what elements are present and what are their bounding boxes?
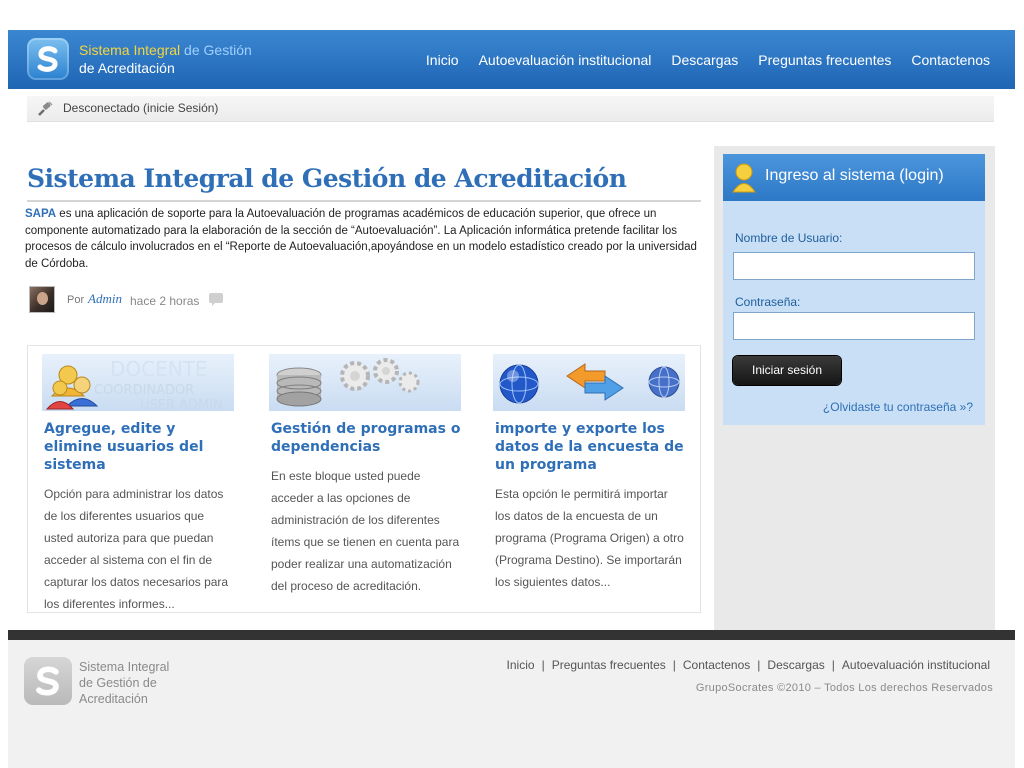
login-panel: Ingreso al sistema (login) Nombre de Usu… <box>723 154 985 425</box>
intro-text: es una aplicación de soporte para la Aut… <box>25 208 697 270</box>
users-banner[interactable]: DOCENTE COORDINADOR USER ADMIN <box>42 354 234 411</box>
footer-link-descargas[interactable]: Descargas <box>767 658 824 672</box>
avatar <box>29 286 55 313</box>
status-bar: Desconectado (inicie Sesión) <box>27 96 994 122</box>
feature-import-export: importe y exporte los datos de la encues… <box>493 354 685 593</box>
intro-paragraph: SAPA es una aplicación de soporte para l… <box>25 206 705 272</box>
separator: | <box>541 658 545 672</box>
brand-line1-b: de Gestión <box>180 42 252 58</box>
feature-body: Esta opción le permitirá importar los da… <box>495 487 684 589</box>
footer-link-autoevaluacion[interactable]: Autoevaluación institucional <box>842 658 990 672</box>
footer-divider <box>8 630 1015 640</box>
site-footer: Sistema Integral de Gestión de Acreditac… <box>8 640 1015 768</box>
author-name[interactable]: Admin <box>88 291 122 307</box>
footer-brand-line1: Sistema Integral <box>79 660 170 674</box>
feature-title[interactable]: importe y exporte los datos de la encues… <box>493 420 685 474</box>
feature-body: Opción para administrar los datos de los… <box>44 487 229 611</box>
password-label: Contraseña: <box>735 295 801 309</box>
feature-title[interactable]: Gestión de programas o dependencias <box>269 420 461 456</box>
globe-arrows-icon <box>499 363 680 404</box>
author-time: hace 2 horas <box>130 294 200 308</box>
programs-banner[interactable] <box>269 354 461 411</box>
username-input[interactable] <box>733 252 975 280</box>
footer-link-preguntas[interactable]: Preguntas frecuentes <box>552 658 666 672</box>
footer-nav: Inicio | Preguntas frecuentes | Contactenos |… <box>507 658 990 672</box>
footer-brand: Sistema Integral de Gestión de Acreditac… <box>79 659 169 707</box>
banner-word-coordinador: COORDINADOR <box>94 383 194 398</box>
footer-logo-icon <box>24 657 72 705</box>
banner-word-docente: DOCENTE <box>110 357 208 381</box>
database-gears-icon <box>276 358 420 407</box>
plug-icon <box>36 101 54 121</box>
separator: | <box>672 658 676 672</box>
nav-inicio[interactable]: Inicio <box>426 52 459 68</box>
feature-title[interactable]: Agregue, edite y elimine usuarios del si… <box>42 420 234 474</box>
brand-title[interactable]: Sistema Integral de Gestión de Acreditac… <box>79 41 252 77</box>
users-icon: DOCENTE COORDINADOR USER ADMIN <box>45 357 223 411</box>
sidebar: Ingreso al sistema (login) Nombre de Usu… <box>714 146 995 630</box>
separator: | <box>757 658 761 672</box>
footer-brand-line3: Acreditación <box>79 692 148 706</box>
features-box: DOCENTE COORDINADOR USER ADMIN Agregue, … <box>27 345 701 613</box>
nav-descargas[interactable]: Descargas <box>671 52 738 68</box>
separator: | <box>831 658 835 672</box>
nav-contactenos[interactable]: Contactenos <box>911 52 990 68</box>
intro-keyword: SAPA <box>25 208 57 220</box>
login-button[interactable]: Iniciar sesión <box>733 356 841 385</box>
import-banner[interactable] <box>493 354 685 411</box>
user-icon <box>732 163 756 197</box>
feature-programs: Gestión de programas o dependencias En e… <box>269 354 461 597</box>
comment-bubble-icon[interactable] <box>209 293 223 306</box>
page-title: Sistema Integral de Gestión de Acreditac… <box>27 164 627 193</box>
brand-line2: de Acreditación <box>79 60 175 76</box>
copyright: GrupoSocrates ©2010 – Todos Los derechos… <box>695 682 993 694</box>
page: Sistema Integral de Gestión de Acreditac… <box>8 30 1015 768</box>
nav-preguntas[interactable]: Preguntas frecuentes <box>758 52 891 68</box>
feature-users: DOCENTE COORDINADOR USER ADMIN Agregue, … <box>42 354 234 615</box>
forgot-password-link[interactable]: ¿Olvidaste tu contraseña »? <box>823 400 973 414</box>
banner-word-admin: USER ADMIN <box>140 398 223 411</box>
footer-brand-line2: de Gestión de <box>79 676 157 690</box>
main-nav: Inicio Autoevaluación institucional Desc… <box>426 52 990 68</box>
footer-link-inicio[interactable]: Inicio <box>507 658 535 672</box>
footer-link-contactenos[interactable]: Contactenos <box>683 658 750 672</box>
author-prefix: Por <box>67 294 85 306</box>
feature-body: En este bloque usted puede acceder a las… <box>271 469 460 593</box>
logo-icon[interactable] <box>27 38 69 80</box>
site-header: Sistema Integral de Gestión de Acreditac… <box>8 30 1015 89</box>
password-input[interactable] <box>733 312 975 340</box>
login-header: Ingreso al sistema (login) <box>723 154 985 201</box>
status-text[interactable]: Desconectado (inicie Sesión) <box>63 101 218 115</box>
nav-autoevaluacion[interactable]: Autoevaluación institucional <box>479 52 652 68</box>
brand-line1-a: Sistema Integral <box>79 42 181 58</box>
login-title: Ingreso al sistema (login) <box>765 167 944 184</box>
username-label: Nombre de Usuario: <box>735 231 843 245</box>
divider <box>27 200 701 202</box>
